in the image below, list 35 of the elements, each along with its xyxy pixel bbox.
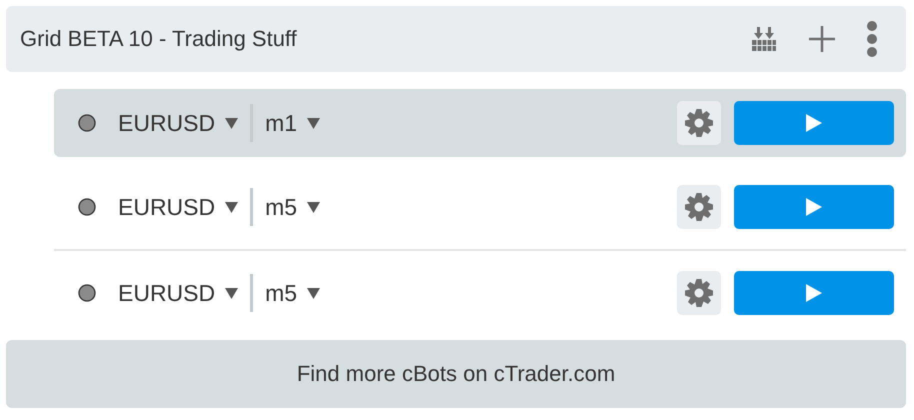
settings-icon bbox=[684, 108, 714, 138]
status-dot-icon bbox=[78, 198, 96, 216]
instance-row[interactable]: EURUSD m5 bbox=[54, 173, 906, 241]
caret-icon bbox=[225, 202, 238, 212]
status-dot-icon bbox=[78, 284, 96, 302]
symbol-selector[interactable]: EURUSD bbox=[118, 194, 216, 220]
start-button[interactable] bbox=[734, 101, 894, 145]
timeframe-selector[interactable]: m5 bbox=[265, 280, 298, 306]
symbol-selector[interactable]: EURUSD bbox=[118, 280, 216, 306]
play-icon bbox=[806, 114, 822, 132]
start-button[interactable] bbox=[734, 185, 894, 229]
play-icon bbox=[806, 198, 822, 216]
caret-icon bbox=[307, 288, 320, 298]
more-icon[interactable] bbox=[866, 21, 878, 57]
settings-button[interactable] bbox=[677, 185, 721, 229]
timeframe-selector[interactable]: m1 bbox=[265, 110, 298, 136]
instance-row[interactable]: EURUSD m1 bbox=[54, 89, 906, 157]
timeframe-selector[interactable]: m5 bbox=[265, 194, 298, 220]
caret-icon bbox=[307, 202, 320, 212]
settings-icon bbox=[684, 278, 714, 308]
settings-button[interactable] bbox=[677, 101, 721, 145]
download-icon[interactable] bbox=[750, 25, 778, 53]
settings-icon bbox=[684, 192, 714, 222]
find-more-link[interactable]: Find more cBots on cTrader.com bbox=[6, 340, 906, 408]
settings-button[interactable] bbox=[677, 271, 721, 315]
start-button[interactable] bbox=[734, 271, 894, 315]
caret-icon bbox=[225, 288, 238, 298]
bot-title: Grid BETA 10 - Trading Stuff bbox=[20, 26, 298, 52]
caret-icon bbox=[225, 118, 238, 128]
plus-icon[interactable] bbox=[808, 25, 836, 53]
instance-row[interactable]: EURUSD m5 bbox=[54, 259, 906, 327]
play-icon bbox=[806, 284, 822, 302]
caret-icon bbox=[307, 118, 320, 128]
symbol-selector[interactable]: EURUSD bbox=[118, 110, 216, 136]
status-dot-icon bbox=[78, 114, 96, 132]
